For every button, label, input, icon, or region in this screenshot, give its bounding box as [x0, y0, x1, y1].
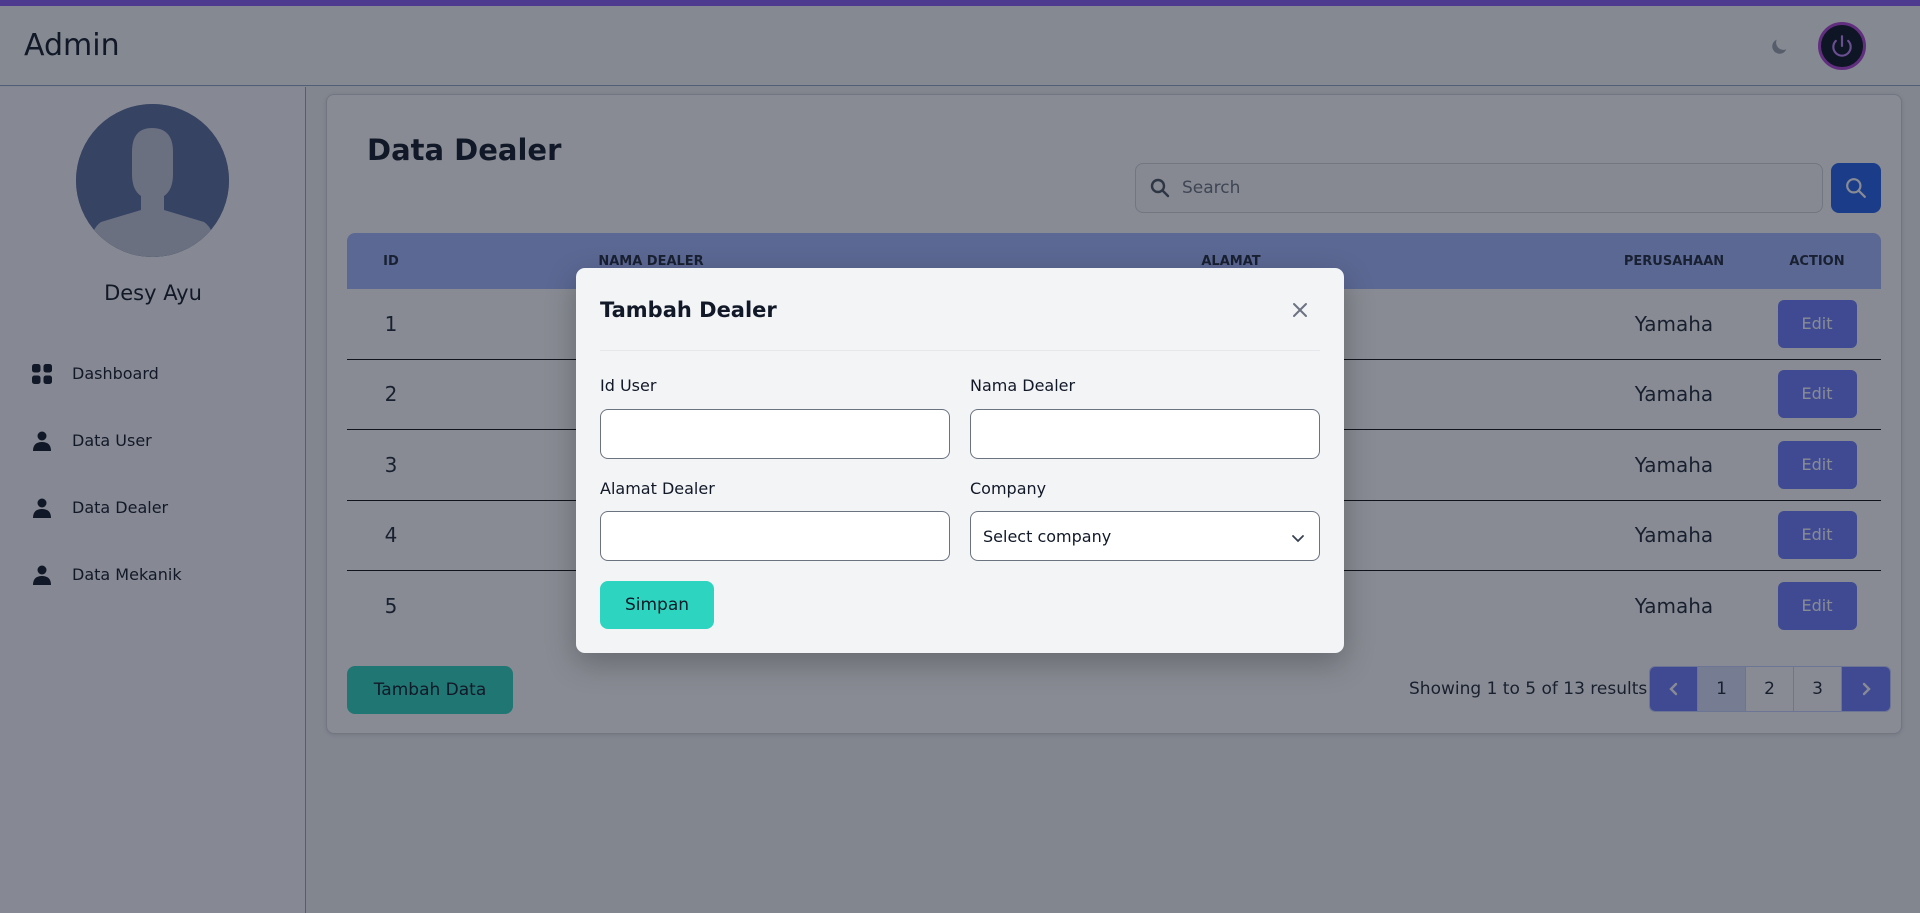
id-user-label: Id User: [600, 376, 657, 395]
alamat-dealer-field[interactable]: [600, 511, 950, 561]
save-button[interactable]: Simpan: [600, 581, 714, 629]
nama-dealer-field[interactable]: [970, 409, 1320, 459]
nama-dealer-label: Nama Dealer: [970, 376, 1076, 395]
id-user-field[interactable]: [600, 409, 950, 459]
chevron-down-icon: [1291, 530, 1305, 544]
modal-title: Tambah Dealer: [600, 298, 777, 322]
alamat-dealer-label: Alamat Dealer: [600, 479, 715, 498]
add-dealer-modal: Tambah Dealer Id User Nama Dealer Alamat…: [576, 268, 1344, 653]
company-select[interactable]: Select company: [970, 511, 1320, 561]
close-icon[interactable]: [1290, 300, 1310, 320]
modal-divider: [600, 350, 1320, 351]
company-select-value: Select company: [983, 526, 1112, 546]
company-label: Company: [970, 479, 1047, 498]
